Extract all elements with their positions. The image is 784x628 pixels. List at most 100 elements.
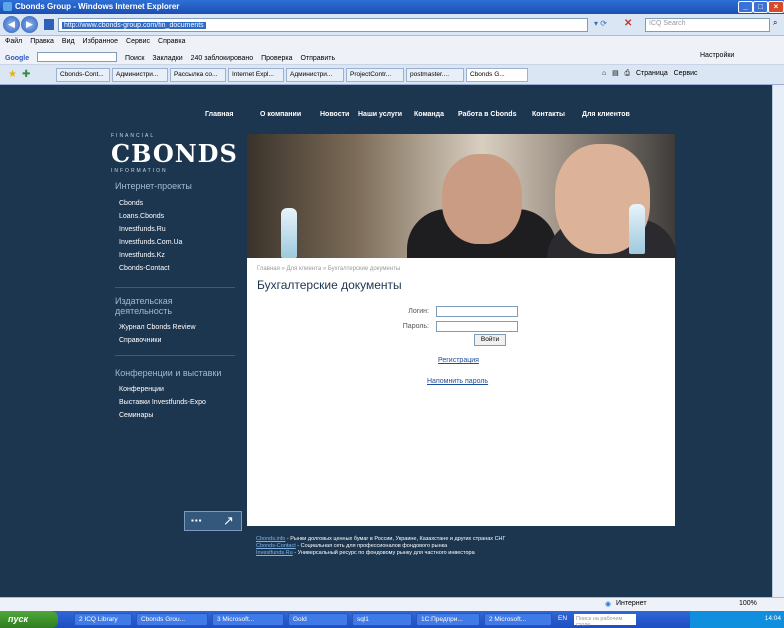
nav-contacts[interactable]: Контакты xyxy=(532,111,565,118)
favorites-star-icon[interactable]: ★ xyxy=(8,69,17,80)
maximize-button[interactable]: □ xyxy=(753,1,768,13)
sidebar-link[interactable]: Investfunds.Com.Ua xyxy=(119,239,182,246)
popup-blocked-button[interactable]: 240 заблокировано xyxy=(191,55,254,62)
footer-line: Cbonds.info - Рынки долговых ценных бума… xyxy=(256,536,666,543)
nav-careers[interactable]: Работа в Cbonds xyxy=(458,111,516,118)
sidebar-link[interactable]: Журнал Cbonds Review xyxy=(119,324,196,331)
login-button[interactable]: Войти xyxy=(474,334,506,346)
sidebar-link[interactable]: Cbonds-Contact xyxy=(119,265,170,272)
search-icon[interactable]: ⌕ xyxy=(773,18,777,28)
back-button[interactable]: ◀ xyxy=(3,16,20,33)
page-icon xyxy=(44,19,54,30)
command-bar: ⌂ ▤ ⎙ Страница Сервис xyxy=(602,69,698,78)
photo-bottle xyxy=(629,204,645,254)
tab-item[interactable]: Администри... xyxy=(286,68,344,82)
taskbar-item[interactable]: 1С:Предпри... xyxy=(416,613,480,626)
bookmarks-button[interactable]: Закладки xyxy=(152,55,182,62)
page-title: Бухгалтерские документы xyxy=(257,278,402,292)
page-scrollbar[interactable] xyxy=(772,85,784,597)
taskbar-item[interactable]: 3 Microsoft... xyxy=(212,613,284,626)
security-zone: Интернет xyxy=(616,600,647,607)
photo-bottle xyxy=(281,208,297,258)
tab-item[interactable]: postmaster.... xyxy=(406,68,464,82)
sidebar-divider xyxy=(115,355,235,356)
tab-item[interactable]: Cbonds-Cont... xyxy=(56,68,110,82)
remind-password-link[interactable]: Напомнить пароль xyxy=(427,378,488,385)
expand-widget[interactable]: ▪▪▪ ↗ xyxy=(184,511,242,531)
settings-button[interactable]: Настройки xyxy=(700,52,734,59)
sidebar-link[interactable]: Investfunds.Kz xyxy=(119,252,165,259)
refresh-icon[interactable]: ▾ ⟳ xyxy=(594,19,607,28)
home-icon[interactable]: ⌂ xyxy=(602,70,606,77)
menu-help[interactable]: Справка xyxy=(158,38,185,45)
taskbar-item[interactable]: 2 Microsoft... xyxy=(484,613,552,626)
print-icon[interactable]: ⎙ xyxy=(625,70,631,77)
grid-icon: ▪▪▪ xyxy=(191,516,203,525)
cbonds-logo[interactable]: FINANCIAL CBONDS INFORMATION xyxy=(111,133,238,174)
taskbar-item[interactable]: 2 ICQ Library xyxy=(74,613,132,626)
search-input[interactable]: ICQ Search xyxy=(645,18,770,32)
sidebar-divider xyxy=(115,287,235,288)
password-input[interactable] xyxy=(436,321,518,332)
nav-clients[interactable]: Для клиентов xyxy=(582,111,630,118)
login-input[interactable] xyxy=(436,306,518,317)
tab-item[interactable]: Администри... xyxy=(112,68,168,82)
footer-link[interactable]: Cbonds.info xyxy=(256,536,285,542)
menu-view[interactable]: Вид xyxy=(62,38,75,45)
close-button[interactable]: × xyxy=(768,1,784,13)
language-indicator[interactable]: EN xyxy=(558,615,567,622)
tab-item[interactable]: ProjectContr... xyxy=(346,68,404,82)
sidebar-link[interactable]: Конференции xyxy=(119,386,164,393)
logo-text: CBONDS xyxy=(111,139,238,168)
tab-item[interactable]: Рассылка со... xyxy=(170,68,226,82)
nav-about[interactable]: О компании xyxy=(260,111,301,118)
footer-link[interactable]: Investfunds.Ru xyxy=(256,550,293,556)
menu-edit[interactable]: Правка xyxy=(30,38,54,45)
spellcheck-button[interactable]: Проверка xyxy=(261,55,292,62)
taskbar-item[interactable]: Cbonds Grou... xyxy=(136,613,208,626)
sidebar-link[interactable]: Справочники xyxy=(119,337,161,344)
tab-item[interactable]: Internet Expl... xyxy=(228,68,284,82)
stop-icon[interactable]: ✕ xyxy=(624,18,632,29)
address-bar-row: ◀ ▶ http://www.cbonds-group.com/fin_docu… xyxy=(0,14,784,36)
start-button[interactable]: пуск xyxy=(0,611,58,628)
top-nav: Главная О компании Новости Наши услуги К… xyxy=(190,111,690,123)
sidebar-link[interactable]: Investfunds.Ru xyxy=(119,226,166,233)
menu-file[interactable]: Файл xyxy=(5,38,22,45)
url-input[interactable]: http://www.cbonds-group.com/fin_document… xyxy=(58,18,588,32)
zoom-level[interactable]: 100% xyxy=(739,600,757,607)
add-favorites-icon[interactable]: ✚ xyxy=(22,69,30,80)
footer-line: Investfunds.Ru - Универсальный ресурс по… xyxy=(256,550,666,557)
tools-menu[interactable]: Сервис xyxy=(674,70,698,77)
register-link[interactable]: Регистрация xyxy=(438,357,479,364)
taskbar-item[interactable]: sql1 xyxy=(352,613,412,626)
desktop-search-input[interactable]: Поиск на рабочем столе xyxy=(574,614,636,628)
expand-arrow-icon: ↗ xyxy=(223,513,234,528)
nav-home[interactable]: Главная xyxy=(205,111,233,118)
site-footer: Cbonds.info - Рынки долговых ценных бума… xyxy=(247,526,675,578)
nav-team[interactable]: Команда xyxy=(414,111,444,118)
menu-bar: Файл Правка Вид Избранное Сервис Справка xyxy=(0,36,784,50)
header-photo xyxy=(247,134,677,269)
nav-services[interactable]: Наши услуги xyxy=(358,111,402,118)
sidebar-link[interactable]: Семинары xyxy=(119,412,153,419)
google-search-input[interactable] xyxy=(37,52,118,62)
tab-item-active[interactable]: Cbonds G... xyxy=(466,68,528,82)
page-menu[interactable]: Страница xyxy=(636,70,668,77)
sidebar-link[interactable]: Cbonds xyxy=(119,200,143,207)
site-container: Главная О компании Новости Наши услуги К… xyxy=(105,85,677,597)
feeds-icon[interactable]: ▤ xyxy=(612,70,619,77)
url-text: http://www.cbonds-group.com/fin_document… xyxy=(62,22,206,29)
menu-favorites[interactable]: Избранное xyxy=(83,38,118,45)
send-button[interactable]: Отправить xyxy=(300,55,335,62)
forward-button[interactable]: ▶ xyxy=(21,16,38,33)
footer-link[interactable]: Cbonds-Contact xyxy=(256,543,296,549)
minimize-button[interactable]: _ xyxy=(738,1,753,13)
google-search-button[interactable]: Поиск xyxy=(125,55,144,62)
sidebar-link[interactable]: Выставки Investfunds-Expo xyxy=(119,399,206,406)
nav-news[interactable]: Новости xyxy=(320,111,349,118)
taskbar-item[interactable]: Gold xyxy=(288,613,348,626)
menu-tools[interactable]: Сервис xyxy=(126,38,150,45)
sidebar-link[interactable]: Loans.Cbonds xyxy=(119,213,164,220)
breadcrumb[interactable]: Главная » Для клиента » Бухгалтерские до… xyxy=(257,266,400,272)
